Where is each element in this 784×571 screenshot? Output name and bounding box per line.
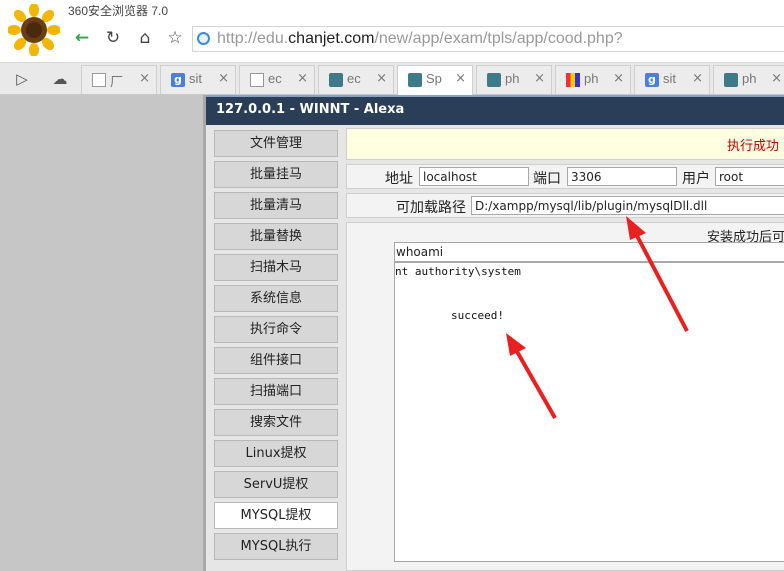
red-arrow-icon xyxy=(506,333,557,419)
annotation-arrows xyxy=(506,216,689,419)
red-arrow-icon xyxy=(626,216,689,332)
